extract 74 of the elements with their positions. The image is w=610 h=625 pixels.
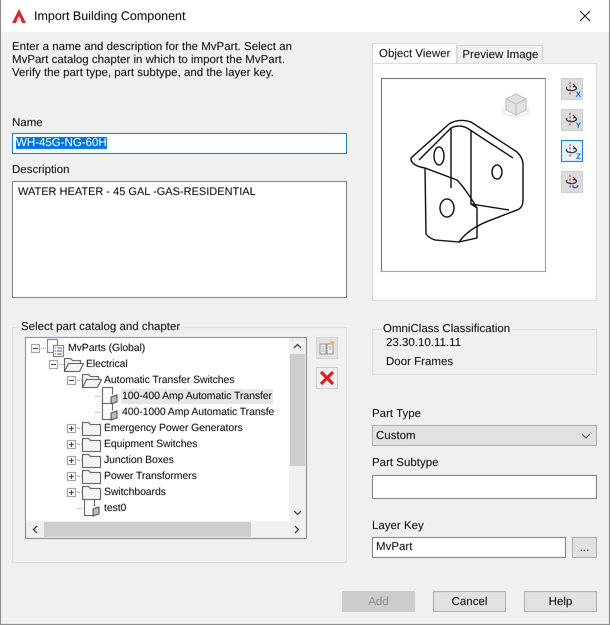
scroll-up-icon[interactable] [293,343,302,349]
object-viewer[interactable] [381,78,546,272]
catalog-icon [46,339,66,357]
group-title: OmniClass Classification [382,323,512,335]
open-folder-icon [64,356,84,372]
scroll-left-icon[interactable] [32,525,38,534]
delete-icon [319,370,335,386]
name-field[interactable]: WH-45G-NG-60H [12,133,347,154]
expander-icon[interactable] [66,376,76,384]
layer-key-field[interactable]: MvPart [372,537,566,558]
field-label: Part Type [372,408,422,420]
tree-item[interactable]: Junction Boxes [103,452,175,468]
part-icon [100,403,120,421]
rotate-button[interactable]: Z [561,140,583,162]
rotate-icon [564,81,580,97]
tree-item[interactable]: Emergency Power Generators [103,420,244,436]
book-icon [319,340,335,356]
dialog-button[interactable]: Help [524,591,597,612]
rotate-icon [564,143,580,159]
folder-icon [82,468,102,484]
expander-icon[interactable] [30,344,40,352]
tab[interactable]: Preview Image [457,45,544,63]
tree-item[interactable]: 400-1000 Amp Automatic Transfe [121,404,276,420]
tree-item[interactable]: test0 [103,500,128,516]
tree-item[interactable]: Automatic Transfer Switches [103,372,236,388]
scroll-down-icon[interactable] [293,510,302,516]
close-icon[interactable] [579,10,591,22]
field-label: Layer Key [372,520,425,532]
omniclass-code: 23.30.10.11.11 [386,337,462,349]
group-title: Select part catalog and chapter [20,321,182,333]
description-field[interactable]: WATER HEATER - 45 GAL -GAS-RESIDENTIAL [12,181,347,298]
tree-item[interactable]: MvParts (Global) [67,340,146,356]
part-subtype-field[interactable] [372,475,597,499]
tree-item[interactable]: Power Transformers [103,468,198,484]
vertical-scrollbar[interactable] [289,338,306,521]
field-value: WH-45G-NG-60H [16,137,107,149]
omniclass-name: Door Frames [386,356,454,368]
rotate-button[interactable]: Y [561,109,583,131]
tree-item[interactable]: Electrical [85,356,129,372]
rotate-icon [564,174,580,190]
delete-button[interactable] [316,367,338,389]
rotate-icon [564,112,580,128]
folder-icon [82,452,102,468]
window-title: Import Building Component [34,9,186,23]
rotate-button[interactable]: X [561,78,583,100]
expander-icon[interactable] [66,456,76,464]
tab[interactable]: Object Viewer [372,43,458,63]
part-icon [82,499,102,517]
open-folder-icon [82,372,102,388]
expander-icon[interactable] [66,472,76,480]
tree-item[interactable]: Equipment Switches [103,436,198,452]
expander-icon[interactable] [48,360,58,368]
expander-icon[interactable] [66,424,76,432]
folder-icon [82,436,102,452]
part-type-dropdown[interactable]: Custom [372,425,597,446]
expander-icon[interactable] [66,488,76,496]
horizontal-scrollbar[interactable] [26,521,306,538]
dialog-button[interactable]: Cancel [433,591,506,612]
chevron-down-icon [581,432,591,438]
rotate-button[interactable] [561,171,583,193]
scroll-right-icon[interactable] [294,525,300,534]
tree-item[interactable]: 100-400 Amp Automatic Transfer [121,388,273,404]
folder-icon [82,420,102,436]
tree-item[interactable]: Switchboards [103,484,167,500]
field-label: Part Subtype [372,457,440,469]
field-label: Description [12,164,71,176]
folder-icon [82,484,102,500]
app-logo-icon [11,8,27,24]
field-label: Name [12,117,44,129]
catalog-tree[interactable] [25,337,307,539]
expander-icon[interactable] [66,440,76,448]
instructions-text: Enter a name and description for the MvPart. Select an MvPart catalog chapter in which to import the MvPart. Verify the part type, part subtype, and the layer key. [12,41,293,80]
part-icon [100,387,120,405]
browse-button[interactable]: ... [572,537,597,558]
